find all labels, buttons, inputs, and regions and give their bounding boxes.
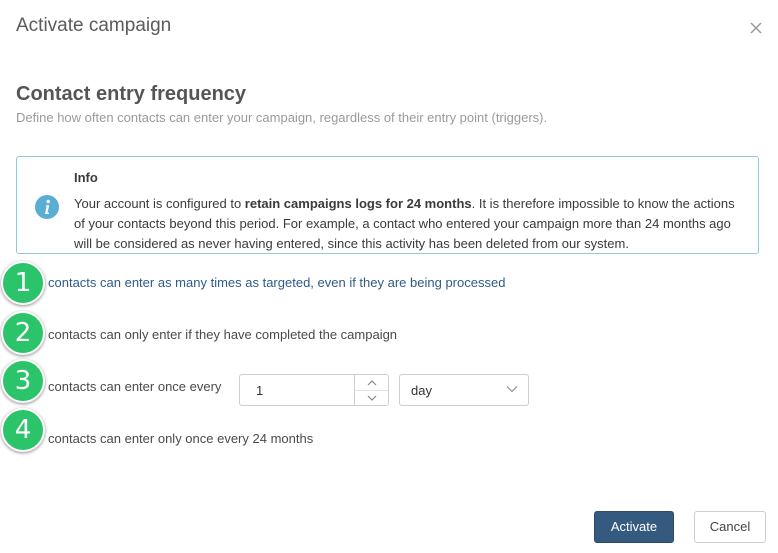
- option-badge-2: 2: [1, 311, 45, 355]
- frequency-value[interactable]: 1: [256, 383, 263, 398]
- option-entry-once-every[interactable]: contacts can enter once every: [48, 379, 221, 394]
- increment-button[interactable]: [355, 375, 388, 391]
- close-button[interactable]: [746, 18, 766, 38]
- info-text-bold: retain campaigns logs for 24 months: [244, 196, 472, 211]
- option-entry-after-completion[interactable]: contacts can only enter if they have com…: [48, 327, 397, 342]
- option-entry-once-24-months[interactable]: contacts can enter only once every 24 mo…: [48, 431, 313, 446]
- option-badge-1: 1: [1, 261, 45, 305]
- info-icon: [35, 195, 59, 219]
- option-entry-unlimited[interactable]: contacts can enter as many times as targ…: [48, 275, 505, 290]
- frequency-unit-select[interactable]: day: [399, 374, 529, 406]
- modal-title: Activate campaign: [16, 15, 172, 36]
- info-title: Info: [74, 170, 98, 185]
- option-badge-3: 3: [1, 359, 45, 403]
- option-badge-4: 4: [1, 408, 45, 452]
- frequency-unit-value: day: [411, 383, 432, 398]
- chevron-up-icon: [367, 379, 376, 385]
- decrement-button[interactable]: [355, 390, 388, 405]
- close-icon: [750, 22, 762, 34]
- chevron-down-icon: [367, 395, 376, 401]
- frequency-stepper[interactable]: 1: [239, 374, 389, 406]
- info-box: Info Your account is configured to retai…: [16, 156, 759, 254]
- stepper-arrows: [354, 375, 388, 405]
- section-title: Contact entry frequency: [16, 83, 247, 105]
- cancel-button[interactable]: Cancel: [694, 511, 766, 543]
- activate-button[interactable]: Activate: [594, 511, 674, 543]
- info-text-start: Your account is configured to: [74, 196, 245, 211]
- chevron-down-icon: [506, 386, 518, 393]
- section-subtitle: Define how often contacts can enter your…: [16, 110, 548, 125]
- info-text: Your account is configured to retain cam…: [74, 194, 744, 254]
